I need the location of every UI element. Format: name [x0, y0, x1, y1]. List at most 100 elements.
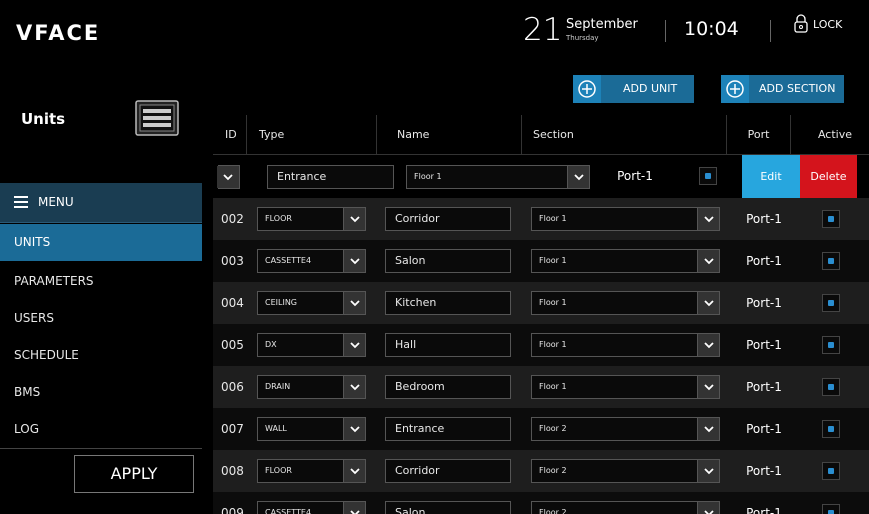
units-table: ID Type Name Section Port Active Entranc…: [213, 115, 869, 514]
name-input[interactable]: Entrance: [385, 417, 511, 441]
sidebar-item-users[interactable]: USERS: [0, 300, 202, 337]
name-value: Bedroom: [395, 380, 445, 393]
section-dropdown[interactable]: Floor 2: [531, 417, 720, 441]
menu-toggle[interactable]: MENU: [0, 183, 202, 223]
name-input[interactable]: Salon: [385, 501, 511, 514]
page-title: Units: [21, 110, 66, 128]
sidebar-item-bms[interactable]: BMS: [0, 374, 202, 411]
section-value: Floor 1: [539, 298, 567, 307]
column-header-port: Port: [726, 115, 790, 155]
add-section-button[interactable]: ADD SECTION: [721, 75, 844, 103]
type-dropdown[interactable]: FLOOR: [257, 207, 366, 231]
type-dropdown[interactable]: WALL: [257, 417, 366, 441]
type-dropdown[interactable]: DRAIN: [257, 375, 366, 399]
chevron-down-icon: [697, 334, 719, 356]
section-dropdown[interactable]: Floor 1: [406, 165, 590, 189]
sidebar-divider: [0, 448, 202, 449]
type-value: CASSETTE4: [265, 508, 312, 514]
chevron-down-icon: [697, 376, 719, 398]
table-row: 005 DX Hall Floor 1 Port-1: [213, 324, 869, 366]
port-value: Port-1: [746, 422, 782, 436]
port-value: Port-1: [617, 169, 653, 183]
chevron-down-icon: [343, 208, 365, 230]
lock-button[interactable]: LOCK: [813, 18, 842, 31]
port-value: Port-1: [746, 464, 782, 478]
type-dropdown[interactable]: FLOOR: [257, 459, 366, 483]
clock-time: 10:04: [684, 18, 739, 40]
unit-id: 003: [221, 254, 244, 268]
section-value: Floor 1: [539, 214, 567, 223]
menu-label: MENU: [38, 195, 74, 209]
type-value: CASSETTE4: [265, 256, 312, 265]
name-value: Entrance: [395, 422, 445, 435]
unit-id: 004: [221, 296, 244, 310]
column-header-active: Active: [790, 115, 869, 155]
section-value: Floor 1: [539, 340, 567, 349]
unit-id: 006: [221, 380, 244, 394]
port-value: Port-1: [746, 254, 782, 268]
chevron-down-icon: [343, 376, 365, 398]
section-dropdown[interactable]: Floor 2: [531, 501, 720, 514]
sidebar-item-parameters[interactable]: PARAMETERS: [0, 263, 202, 300]
name-value: Salon: [395, 254, 426, 267]
section-dropdown[interactable]: Floor 1: [531, 291, 720, 315]
active-checkbox[interactable]: [822, 294, 840, 312]
active-checkbox[interactable]: [699, 167, 717, 185]
chevron-down-icon: [343, 250, 365, 272]
sidebar-item-log[interactable]: LOG: [0, 411, 202, 448]
table-row: 009 CASSETTE4 Salon Floor 2 Port-1: [213, 492, 869, 514]
active-checkbox[interactable]: [822, 420, 840, 438]
active-checkbox[interactable]: [822, 336, 840, 354]
chevron-down-icon: [697, 460, 719, 482]
active-checkbox[interactable]: [822, 378, 840, 396]
name-input[interactable]: Corridor: [385, 207, 511, 231]
name-value: Hall: [395, 338, 417, 351]
unit-id: 005: [221, 338, 244, 352]
add-unit-label: ADD UNIT: [623, 82, 678, 95]
port-value: Port-1: [746, 296, 782, 310]
section-dropdown[interactable]: Floor 2: [531, 459, 720, 483]
active-checkbox[interactable]: [822, 210, 840, 228]
type-dropdown[interactable]: CASSETTE4: [257, 501, 366, 514]
section-dropdown[interactable]: Floor 1: [531, 375, 720, 399]
chevron-down-icon: [697, 292, 719, 314]
chevron-down-icon: [697, 418, 719, 440]
apply-button[interactable]: APPLY: [74, 455, 194, 493]
name-input[interactable]: Kitchen: [385, 291, 511, 315]
sidebar-item-units[interactable]: UNITS: [0, 224, 202, 261]
unit-id: 008: [221, 464, 244, 478]
header-divider: [770, 20, 771, 42]
active-checkbox[interactable]: [822, 504, 840, 514]
sidebar-item-schedule[interactable]: SCHEDULE: [0, 337, 202, 374]
chevron-down-icon: [217, 166, 239, 188]
type-dropdown[interactable]: [217, 165, 240, 189]
section-dropdown[interactable]: Floor 1: [531, 249, 720, 273]
section-dropdown[interactable]: Floor 1: [531, 207, 720, 231]
active-checkbox[interactable]: [822, 252, 840, 270]
name-input[interactable]: Corridor: [385, 459, 511, 483]
type-value: FLOOR: [265, 214, 292, 223]
chevron-down-icon: [343, 292, 365, 314]
name-input[interactable]: Salon: [385, 249, 511, 273]
top-bar: VFACE 21 September Thursday 10:04 LOCK: [0, 0, 869, 62]
edit-button[interactable]: Edit: [742, 155, 800, 198]
plus-circle-icon: [573, 75, 601, 103]
lock-icon[interactable]: [794, 13, 808, 33]
section-value: Floor 2: [539, 466, 567, 475]
type-dropdown[interactable]: CEILING: [257, 291, 366, 315]
delete-button[interactable]: Delete: [800, 155, 857, 198]
chevron-down-icon: [343, 502, 365, 514]
unit-id: 009: [221, 506, 244, 514]
type-value: DX: [265, 340, 277, 349]
add-section-label: ADD SECTION: [759, 82, 836, 95]
type-dropdown[interactable]: CASSETTE4: [257, 249, 366, 273]
name-input[interactable]: Entrance: [267, 165, 394, 189]
name-input[interactable]: Bedroom: [385, 375, 511, 399]
active-checkbox[interactable]: [822, 462, 840, 480]
port-value: Port-1: [746, 506, 782, 514]
name-input[interactable]: Hall: [385, 333, 511, 357]
type-dropdown[interactable]: DX: [257, 333, 366, 357]
name-value: Corridor: [395, 464, 440, 477]
section-dropdown[interactable]: Floor 1: [531, 333, 720, 357]
add-unit-button[interactable]: ADD UNIT: [573, 75, 694, 103]
